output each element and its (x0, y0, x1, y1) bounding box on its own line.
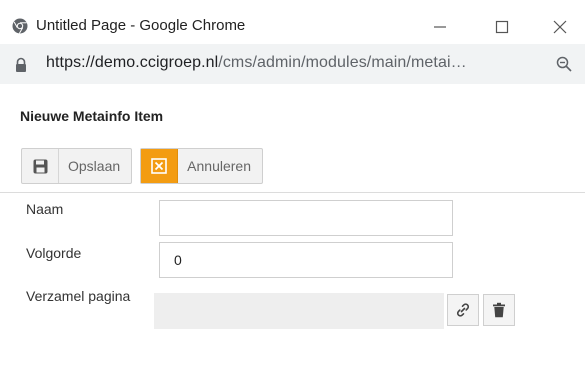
delete-button[interactable] (483, 294, 515, 326)
maximize-icon (495, 20, 509, 34)
verzamel-pagina-label: Verzamel pagina (26, 288, 131, 304)
volgorde-input[interactable] (159, 242, 453, 278)
cancel-button-label: Annuleren (187, 158, 251, 174)
url-path: /cms/admin/modules/main/metai… (218, 54, 467, 71)
url-host: https://demo.ccigroep.nl (46, 54, 219, 71)
close-icon (553, 20, 567, 34)
toolbar: Opslaan Annuleren (21, 148, 263, 184)
cancel-x-icon (151, 158, 167, 174)
naam-label: Naam (26, 201, 64, 217)
volgorde-label: Volgorde (26, 245, 82, 261)
zoom-icon[interactable] (556, 56, 572, 72)
save-icon-wrap (22, 149, 59, 183)
close-window-button[interactable] (540, 10, 580, 44)
save-button-label: Opslaan (68, 158, 121, 174)
cancel-button[interactable]: Annuleren (140, 148, 263, 184)
lock-icon[interactable] (14, 57, 28, 73)
trash-icon (493, 302, 505, 318)
toolbar-divider (0, 192, 585, 193)
link-icon (456, 303, 470, 317)
url-text[interactable]: https://demo.ccigroep.nl/cms/admin/modul… (46, 54, 467, 72)
floppy-disk-icon (33, 159, 47, 173)
naam-input[interactable] (159, 200, 453, 236)
link-button[interactable] (447, 294, 479, 326)
verzamel-pagina-field (154, 293, 444, 329)
chrome-logo-icon (12, 18, 28, 34)
minimize-icon (434, 26, 446, 28)
maximize-button[interactable] (482, 10, 522, 44)
page-title: Nieuwe Metainfo Item (20, 108, 164, 124)
minimize-button[interactable] (420, 10, 460, 44)
save-button[interactable]: Opslaan (21, 148, 133, 184)
cancel-icon-wrap (141, 149, 179, 183)
window-title: Untitled Page - Google Chrome (36, 17, 246, 34)
window-titlebar: Untitled Page - Google Chrome (0, 0, 585, 44)
